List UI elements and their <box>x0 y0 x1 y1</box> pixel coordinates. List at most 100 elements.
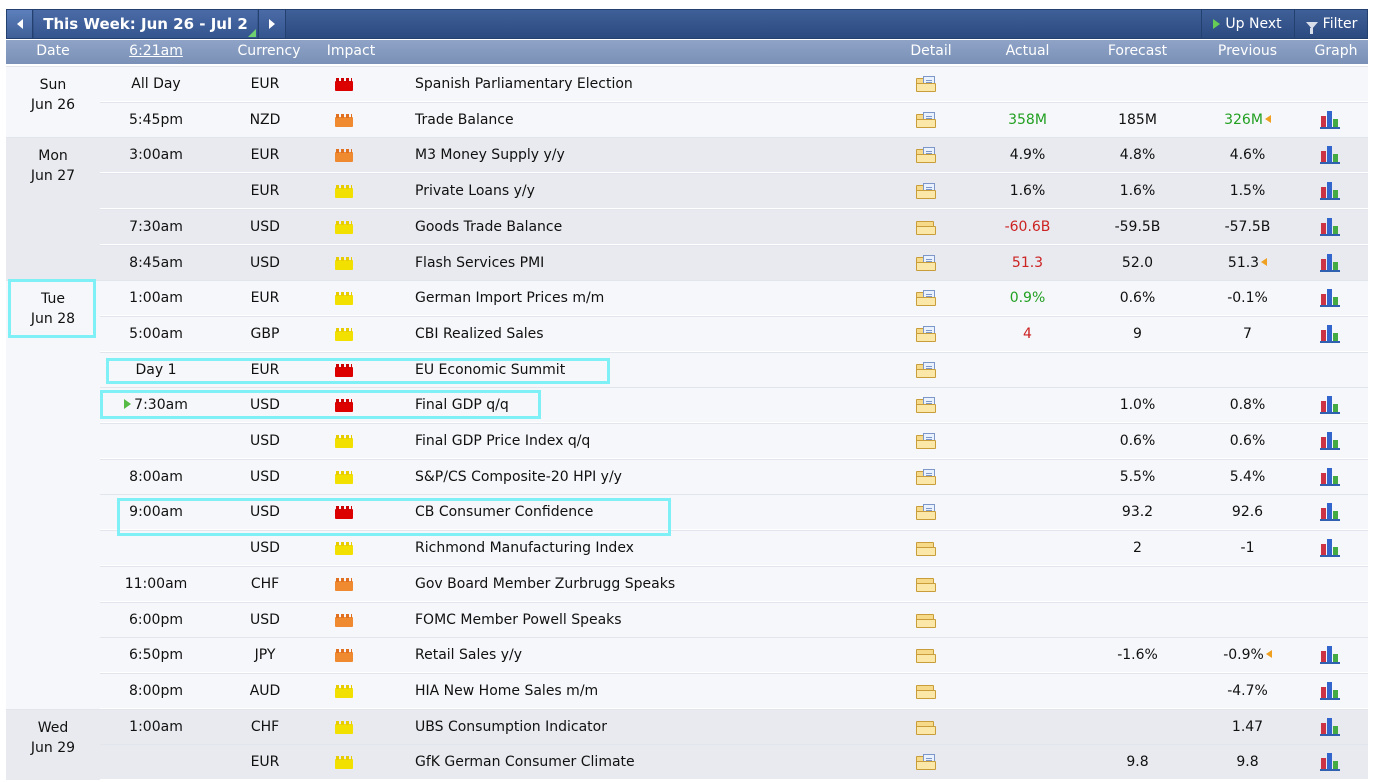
table-row[interactable]: 3:00am EUR M3 Money Supply y/y 4.9% 4.8% 4.6% <box>100 137 1368 173</box>
week-selector[interactable]: This Week: Jun 26 - Jul 2 <box>34 10 257 38</box>
event-graph[interactable] <box>1320 103 1350 138</box>
table-row[interactable]: 9:00am USD CB Consumer Confidence 93.2 92.6 <box>100 494 1368 530</box>
event-graph[interactable] <box>1320 174 1350 209</box>
event-impact[interactable] <box>335 495 365 530</box>
event-graph[interactable] <box>1320 745 1350 780</box>
event-detail[interactable] <box>912 388 948 423</box>
event-detail[interactable] <box>912 281 948 316</box>
table-row[interactable]: 1:00am EUR German Import Prices m/m 0.9% 0.6… <box>100 280 1368 316</box>
event-title[interactable]: CB Consumer Confidence <box>415 495 885 530</box>
event-impact[interactable] <box>335 531 365 566</box>
filter-button[interactable]: Filter <box>1294 10 1368 38</box>
event-graph[interactable] <box>1320 210 1350 245</box>
table-row[interactable]: 6:00pm USD FOMC Member Powell Speaks <box>100 601 1368 638</box>
event-graph[interactable] <box>1320 281 1350 316</box>
event-title[interactable]: Trade Balance <box>415 103 885 138</box>
event-detail[interactable] <box>912 674 948 709</box>
event-detail[interactable] <box>912 495 948 530</box>
event-title[interactable]: HIA New Home Sales m/m <box>415 674 885 709</box>
event-title[interactable]: Richmond Manufacturing Index <box>415 531 885 566</box>
event-graph[interactable] <box>1320 317 1350 352</box>
event-detail[interactable] <box>912 460 948 495</box>
event-title[interactable]: German Import Prices m/m <box>415 281 885 316</box>
table-row[interactable]: 11:00am CHF Gov Board Member Zurbrugg Spea… <box>100 565 1368 602</box>
event-impact[interactable] <box>335 174 365 209</box>
event-detail[interactable] <box>912 638 948 673</box>
table-row[interactable]: All Day EUR Spanish Parliamentary Election <box>100 66 1368 101</box>
event-detail[interactable] <box>912 424 948 459</box>
event-title[interactable]: EU Economic Summit <box>415 353 885 388</box>
event-impact[interactable] <box>335 388 365 423</box>
event-impact[interactable] <box>335 674 365 709</box>
event-graph[interactable] <box>1320 495 1350 530</box>
event-impact[interactable] <box>335 353 365 388</box>
event-graph[interactable] <box>1320 138 1350 173</box>
table-row[interactable]: Day 1 EUR EU Economic Summit <box>100 351 1368 388</box>
event-title[interactable]: FOMC Member Powell Speaks <box>415 603 885 638</box>
next-week-button[interactable] <box>258 10 286 38</box>
event-detail[interactable] <box>912 317 948 352</box>
table-row[interactable]: 6:50pm JPY Retail Sales y/y -1.6% -0.9% <box>100 637 1368 673</box>
event-detail[interactable] <box>912 210 948 245</box>
table-row[interactable]: EUR GfK German Consumer Climate 9.8 9.8 <box>100 744 1368 780</box>
event-graph[interactable] <box>1320 531 1350 566</box>
event-detail[interactable] <box>912 246 948 281</box>
event-detail[interactable] <box>912 353 948 388</box>
table-row[interactable]: USD Final GDP Price Index q/q 0.6% 0.6% <box>100 423 1368 458</box>
event-graph[interactable] <box>1320 246 1350 281</box>
event-impact[interactable] <box>335 460 365 495</box>
event-title[interactable]: S&P/CS Composite-20 HPI y/y <box>415 460 885 495</box>
event-detail[interactable] <box>912 567 948 602</box>
event-title[interactable]: M3 Money Supply y/y <box>415 138 885 173</box>
table-row[interactable]: 8:00pm AUD HIA New Home Sales m/m -4.7% <box>100 672 1368 709</box>
event-graph[interactable] <box>1320 638 1350 673</box>
table-row[interactable]: 7:30am USD Final GDP q/q 1.0% 0.8% <box>100 387 1368 423</box>
previous-week-button[interactable] <box>7 10 33 38</box>
event-detail[interactable] <box>912 745 948 780</box>
event-detail[interactable] <box>912 67 948 102</box>
event-title[interactable]: CBI Realized Sales <box>415 317 885 352</box>
event-title[interactable]: Retail Sales y/y <box>415 638 885 673</box>
event-title[interactable]: Final GDP Price Index q/q <box>415 424 885 459</box>
table-row[interactable]: 7:30am USD Goods Trade Balance -60.6B -59.5B… <box>100 208 1368 245</box>
event-graph[interactable] <box>1320 674 1350 709</box>
table-row[interactable]: USD Richmond Manufacturing Index 2 -1 <box>100 530 1368 566</box>
event-title[interactable]: Final GDP q/q <box>415 388 885 423</box>
revised-indicator-icon[interactable] <box>1265 650 1272 659</box>
table-row[interactable]: 8:45am USD Flash Services PMI 51.3 52.0 51.3 <box>100 244 1368 281</box>
event-title[interactable]: Gov Board Member Zurbrugg Speaks <box>415 567 885 602</box>
event-impact[interactable] <box>335 317 365 352</box>
event-detail[interactable] <box>912 603 948 638</box>
event-impact[interactable] <box>335 281 365 316</box>
event-impact[interactable] <box>335 603 365 638</box>
event-graph[interactable] <box>1320 424 1350 459</box>
event-title[interactable]: GfK German Consumer Climate <box>415 745 885 780</box>
event-impact[interactable] <box>335 424 365 459</box>
revised-indicator-icon[interactable] <box>1261 257 1268 266</box>
event-graph[interactable] <box>1320 460 1350 495</box>
event-impact[interactable] <box>335 246 365 281</box>
table-row[interactable]: 5:00am GBP CBI Realized Sales 4 9 7 <box>100 315 1368 352</box>
revised-indicator-icon[interactable] <box>1264 114 1271 123</box>
event-impact[interactable] <box>335 103 365 138</box>
event-detail[interactable] <box>912 138 948 173</box>
event-title[interactable]: Private Loans y/y <box>415 174 885 209</box>
up-next-button[interactable]: Up Next <box>1201 10 1293 38</box>
event-impact[interactable] <box>335 567 365 602</box>
table-row[interactable]: 1:00am CHF UBS Consumption Indicator 1.47 <box>100 708 1368 745</box>
event-detail[interactable] <box>912 531 948 566</box>
event-detail[interactable] <box>912 103 948 138</box>
event-impact[interactable] <box>335 638 365 673</box>
table-row[interactable]: 5:45pm NZD Trade Balance 358M 185M 326M <box>100 101 1368 138</box>
event-title[interactable]: Goods Trade Balance <box>415 210 885 245</box>
event-graph[interactable] <box>1320 388 1350 423</box>
event-impact[interactable] <box>335 210 365 245</box>
table-row[interactable]: 8:00am USD S&P/CS Composite-20 HPI y/y 5.5%… <box>100 458 1368 495</box>
event-graph[interactable] <box>1320 710 1350 745</box>
event-detail[interactable] <box>912 710 948 745</box>
event-impact[interactable] <box>335 67 365 102</box>
event-impact[interactable] <box>335 710 365 745</box>
event-title[interactable]: UBS Consumption Indicator <box>415 710 885 745</box>
event-impact[interactable] <box>335 138 365 173</box>
table-row[interactable]: EUR Private Loans y/y 1.6% 1.6% 1.5% <box>100 173 1368 209</box>
